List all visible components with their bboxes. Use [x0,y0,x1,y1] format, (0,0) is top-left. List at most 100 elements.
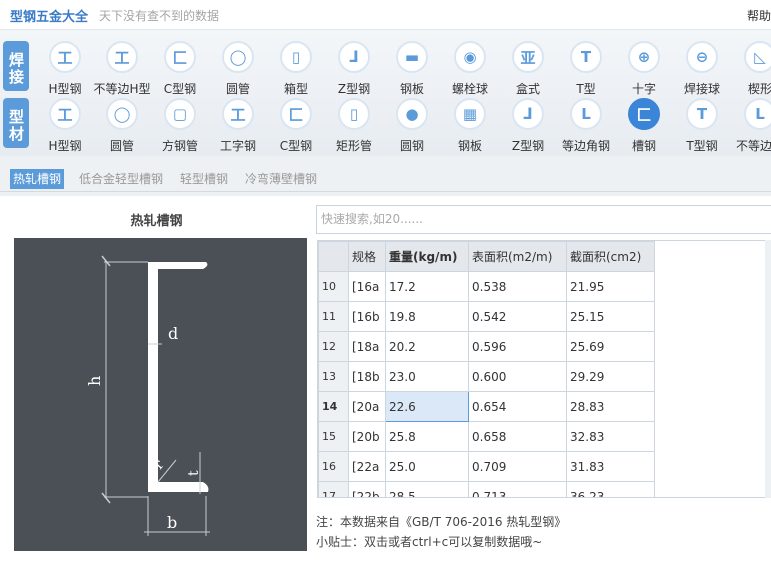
tool-label: 圆管 [109,139,134,153]
header-section-area[interactable]: 截面积(cm2) [566,241,655,272]
tool-square-tube[interactable]: ▢ 方钢管 [150,97,210,155]
cell-section-area[interactable]: 28.83 [566,391,655,422]
cell-section-area[interactable]: 25.69 [566,331,655,362]
shape-toolbar: 焊接 工 H型钢工不等边H型匚 C型钢 ◯ 圆管 ▯ 箱型 ᒧ Z型钢 ▬ 钢板 ◉ 螺栓球亚盒式 T T型… [0,30,771,156]
cell-weight[interactable]: 25.0 [385,451,469,482]
cell-section-area[interactable]: 32.83 [566,421,655,452]
label-t: t [186,470,202,476]
cell-section-area[interactable]: 21.95 [566,271,655,302]
tool-z-section[interactable]: ᒧ Z型钢 [498,97,558,155]
i-beam-icon: 工 [222,98,254,130]
tool-box-type[interactable]: 亚盒式 [498,40,558,98]
unequal-h-icon: 工 [106,41,138,73]
cell-surface-area[interactable]: 0.538 [468,271,567,302]
cell-weight[interactable]: 17.2 [385,271,469,302]
cell-weight[interactable]: 22.6 [385,391,469,422]
tool-i-beam[interactable]: 工工字钢 [208,97,268,155]
cell-spec[interactable]: [16a [348,271,386,302]
cell-surface-area[interactable]: 0.713 [468,481,567,497]
cell-surface-area[interactable]: 0.654 [468,391,567,422]
label-b: b [167,513,177,532]
tab-cold-formed-channel[interactable]: 冷弯薄壁槽钢 [242,169,320,189]
h-beam-icon: 工 [49,98,81,130]
row-index: 17 [318,481,349,497]
t-section-icon: T [570,41,602,73]
tool-equal-angle[interactable]: L 等边角钢 [556,97,616,155]
tool-t-section[interactable]: T T型钢 [672,97,732,155]
tool-welded-ball[interactable]: ⊖ 焊接球 [672,40,732,98]
tool-steel-plate[interactable]: ▬ 钢板 [382,40,442,98]
round-tube-icon: ◯ [222,41,254,73]
tool-bolt-ball[interactable]: ◉ 螺栓球 [440,40,500,98]
cell-spec[interactable]: [16b [348,301,386,332]
tool-cross-section[interactable]: ⊕ 十字 [614,40,674,98]
tab-light-channel[interactable]: 轻型槽钢 [177,169,231,189]
table-row[interactable]: 13 [18b 23.0 0.600 29.29 [318,361,655,392]
cell-section-area[interactable]: 29.29 [566,361,655,392]
tool-unequal-angle[interactable]: L 不等边角 [730,97,771,155]
tool-h-beam[interactable]: 工 H型钢 [35,40,95,98]
row-index: 12 [318,331,349,362]
cell-weight[interactable]: 20.2 [385,331,469,362]
table-row[interactable]: 16 [22a 25.0 0.709 31.83 [318,451,655,482]
cell-section-area[interactable]: 31.83 [566,451,655,482]
header-weight[interactable]: 重量(kg/m) [385,241,469,272]
tool-t-section[interactable]: T T型 [556,40,616,98]
cell-spec[interactable]: [18b [348,361,386,392]
cell-spec[interactable]: [20a [348,391,386,422]
cell-spec[interactable]: [22a [348,451,386,482]
tool-h-beam[interactable]: 工 H型钢 [35,97,95,155]
table-row[interactable]: 10 [16a 17.2 0.538 21.95 [318,271,655,302]
app-title: 型钢五金大全 [10,10,89,25]
tool-c-channel[interactable]: 匚 C型钢 [266,97,326,155]
tool-round-tube[interactable]: ◯ 圆管 [208,40,268,98]
tool-label: 槽钢 [631,139,656,153]
table-row[interactable]: 12 [18a 20.2 0.596 25.69 [318,331,655,362]
tool-unequal-h[interactable]: 工不等边H型 [92,40,152,98]
table-row[interactable]: 17 [22b 28.5 0.713 36.23 [318,481,655,497]
cell-surface-area[interactable]: 0.600 [468,361,567,392]
table-row[interactable]: 14 [20a 22.6 0.654 28.83 [318,391,655,422]
header-row: 规格 重量(kg/m) 表面积(m2/m) 截面积(cm2) [318,241,655,272]
cell-surface-area[interactable]: 0.542 [468,301,567,332]
cell-surface-area[interactable]: 0.596 [468,331,567,362]
tool-label: 等边角钢 [561,139,610,153]
tool-channel[interactable]: 匚槽钢 [614,97,674,155]
header-spec[interactable]: 规格 [348,241,386,272]
help-link[interactable]: 帮助 [747,7,771,24]
vertical-scrollbar[interactable] [765,240,771,498]
tool-round-bar[interactable]: ● 圆钢 [382,97,442,155]
cell-section-area[interactable]: 25.15 [566,301,655,332]
wedge-icon: ◺ [744,41,771,73]
cell-weight[interactable]: 19.8 [385,301,469,332]
tab-hot-rolled-channel[interactable]: 热轧槽钢 [10,169,65,189]
tool-z-section[interactable]: ᒧ Z型钢 [324,40,384,98]
tool-box-section[interactable]: ▯ 箱型 [266,40,326,98]
row-index: 10 [318,271,349,302]
cell-spec[interactable]: [20b [348,421,386,452]
cell-spec[interactable]: [18a [348,331,386,362]
round-bar-icon: ● [396,98,428,130]
tool-round-tube[interactable]: ◯ 圆管 [92,97,152,155]
tool-label: 方钢管 [161,139,198,153]
cell-surface-area[interactable]: 0.709 [468,451,567,482]
row-index: 11 [318,301,349,332]
table-row[interactable]: 15 [20b 25.8 0.658 32.83 [318,421,655,452]
cell-surface-area[interactable]: 0.658 [468,421,567,452]
header-surface-area[interactable]: 表面积(m2/m) [468,241,567,272]
cell-weight[interactable]: 28.5 [385,481,469,497]
tab-low-alloy-light-channel[interactable]: 低合金轻型槽钢 [76,169,166,189]
cell-weight[interactable]: 25.8 [385,421,469,452]
cell-section-area[interactable]: 36.23 [566,481,655,497]
tool-c-channel[interactable]: 匚 C型钢 [150,40,210,98]
unequal-angle-icon: L [744,98,771,130]
tool-wedge[interactable]: ◺ 楔形 [730,40,771,98]
profile-tools-row: 工 H型钢 ◯ 圆管 ▢ 方钢管工工字钢匚 C型钢 ▯ 矩形管 ● 圆钢 ▦ 钢板 ᒧ Z型钢 L 等边角钢匚槽… [0,97,771,157]
table-row[interactable]: 11 [16b 19.8 0.542 25.15 [318,301,655,332]
tool-rect-tube[interactable]: ▯ 矩形管 [324,97,384,155]
tool-steel-plate[interactable]: ▦ 钢板 [440,97,500,155]
cell-spec[interactable]: [22b [348,481,386,497]
steel-plate-icon: ▦ [454,98,486,130]
cell-weight[interactable]: 23.0 [385,361,469,392]
search-input[interactable]: 快速搜索,如20...... [316,205,771,234]
